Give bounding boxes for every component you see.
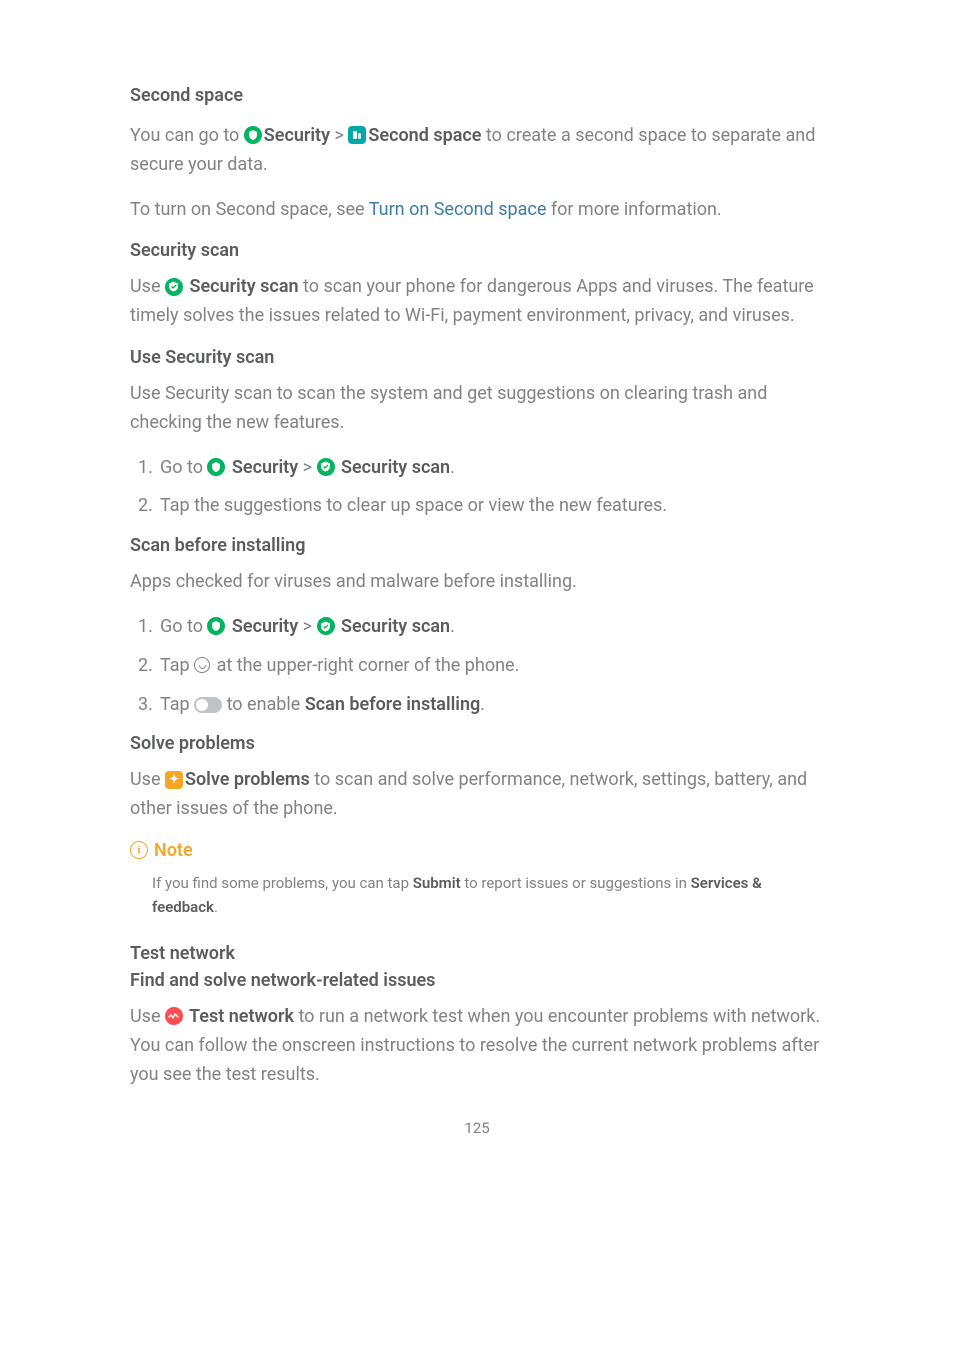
submit-label: Submit [413,874,461,892]
test-network-icon [165,1007,183,1025]
security-scan-icon [317,617,335,635]
text: Use [130,1006,165,1027]
security-icon [244,126,262,144]
note-label: Note [154,840,193,861]
paragraph: Use Security scan to scan the system and… [130,380,824,438]
info-icon: i [130,841,148,859]
paragraph: Use Security scan to scan your phone for… [130,273,824,331]
text: > [303,616,317,637]
list-item: Go to Security > Security scan. [138,454,824,483]
text: Go to [160,457,207,478]
document-page: Second space You can go to Security > Se… [0,0,954,1177]
security-scan-label: Security scan [337,616,451,637]
heading-security-scan: Security scan [130,240,824,261]
security-scan-label: Security scan [337,457,451,478]
security-scan-icon [165,278,183,296]
security-label: Security [227,457,298,478]
security-scan-label: Security scan [185,276,299,297]
note-body: If you find some problems, you can tap S… [130,871,824,919]
security-scan-icon [317,458,335,476]
page-number: 125 [130,1119,824,1137]
note-heading: i Note [130,840,824,861]
text: If you find some problems, you can tap [152,874,413,892]
list-item: Tap to enable Scan before installing. [138,691,824,720]
text: To turn on Second space, see [130,199,369,220]
text: to report issues or suggestions in [461,874,691,892]
text: to enable [222,694,305,715]
list-item: Tap at the upper-right corner of the pho… [138,652,824,681]
text: > [335,125,349,146]
test-network-label: Test network [185,1006,294,1027]
settings-outline-icon [194,657,210,673]
text: Tap [160,694,194,715]
ordered-list: Go to Security > Security scan. Tap the … [130,454,824,522]
text: . [480,694,485,715]
text: at the upper-right corner of the phone. [212,655,519,676]
text: Tap [160,655,194,676]
paragraph: Apps checked for viruses and malware bef… [130,568,824,597]
text: You can go to [130,125,244,146]
text: > [303,457,317,478]
text: for more information. [546,199,721,220]
heading-scan-before-installing: Scan before installing [130,535,824,556]
solve-problems-icon: ✦ [165,771,183,789]
text: . [450,457,455,478]
security-icon [207,617,225,635]
list-item: Go to Security > Security scan. [138,613,824,642]
heading-solve-problems: Solve problems [130,733,824,754]
link-turn-on-second-space[interactable]: Turn on Second space [369,199,547,220]
paragraph: Use Test network to run a network test w… [130,1003,824,1089]
paragraph: You can go to Security > Second space to… [130,122,824,180]
paragraph: To turn on Second space, see Turn on Sec… [130,196,824,225]
scan-before-installing-label: Scan before installing [305,694,480,715]
list-item: Tap the suggestions to clear up space or… [138,492,824,521]
second-space-icon [348,126,366,144]
heading-use-security-scan: Use Security scan [130,347,824,368]
text: . [214,898,218,916]
ordered-list: Go to Security > Security scan. Tap at t… [130,613,824,719]
text: Go to [160,616,207,637]
heading-second-space: Second space [130,85,824,106]
security-label: Security [227,616,298,637]
text: . [450,616,455,637]
solve-problems-label: Solve problems [185,769,310,790]
paragraph: Use ✦Solve problems to scan and solve pe… [130,766,824,824]
heading-find-solve-network: Find and solve network-related issues [130,970,824,991]
security-icon [207,458,225,476]
toggle-icon [194,697,222,713]
heading-test-network: Test network [130,943,824,964]
security-label: Security [264,125,330,146]
text: Use [130,769,165,790]
second-space-label: Second space [368,125,481,146]
text: Use [130,276,165,297]
